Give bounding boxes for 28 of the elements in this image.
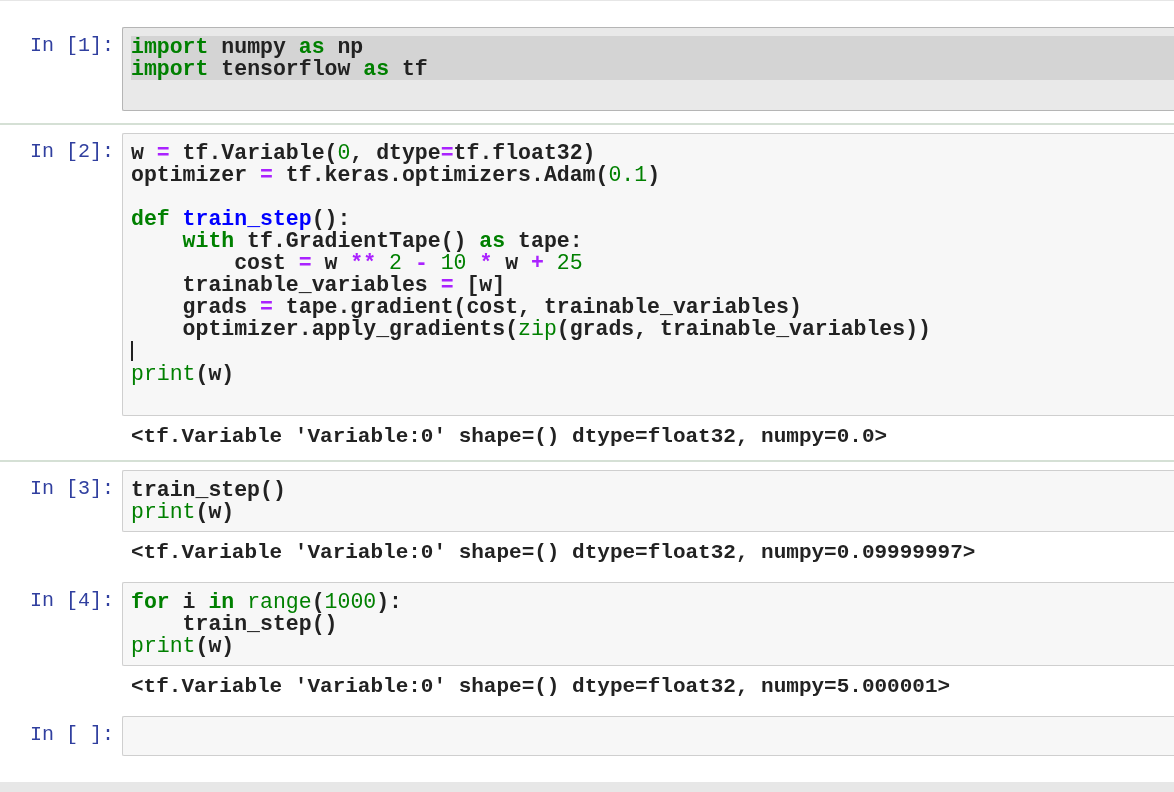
cell-prompt: In [1]: bbox=[29, 33, 115, 59]
cell-prompt: In [4]: bbox=[29, 588, 115, 614]
code-line: w = tf.Variable(0, dtype=tf.float32) bbox=[131, 142, 596, 164]
code-line: print(w) bbox=[131, 501, 235, 523]
code-cell-input[interactable] bbox=[122, 716, 1174, 756]
code-line: print(w) bbox=[131, 635, 235, 657]
code-line: cost = w ** 2 - 10 * w + 25 bbox=[233, 252, 583, 274]
code-line: def train_step(): bbox=[131, 208, 351, 230]
code-line: grads = tape.gradient(cost, trainable_variables) bbox=[181, 296, 802, 318]
cell-output: <tf.Variable 'Variable:0' shape=() dtype=float32, numpy=0.0> bbox=[130, 424, 889, 448]
code-line: print(w) bbox=[131, 363, 235, 385]
code-cell-input[interactable]: for i in range(1000): train_step() print(w) bbox=[122, 582, 1174, 666]
code-line: for i in range(1000): bbox=[131, 591, 402, 613]
code-line: trainable_variables = [w] bbox=[181, 274, 506, 296]
code-line: optimizer = tf.keras.optimizers.Adam(0.1) bbox=[131, 164, 661, 186]
cell-prompt: In [ ]: bbox=[29, 722, 115, 748]
cell-prompt: In [2]: bbox=[29, 139, 115, 165]
code-line: optimizer.apply_gradients(zip(grads, trainable_variables)) bbox=[181, 318, 931, 340]
code-cell-input[interactable]: train_step() print(w) bbox=[122, 470, 1174, 532]
cell-output: <tf.Variable 'Variable:0' shape=() dtype=float32, numpy=0.09999997> bbox=[130, 540, 977, 564]
cell-output: <tf.Variable 'Variable:0' shape=() dtype=float32, numpy=5.000001> bbox=[130, 674, 952, 698]
text-cursor bbox=[131, 341, 133, 361]
code-cell-input[interactable] bbox=[122, 133, 1174, 416]
code-line: train_step() bbox=[181, 613, 338, 635]
code-cell-input[interactable]: import numpy as np import tensorflow as tf bbox=[122, 27, 1174, 111]
cell-prompt: In [3]: bbox=[29, 476, 115, 502]
code-line: train_step() bbox=[131, 479, 286, 501]
code-line: with tf.GradientTape() as tape: bbox=[181, 230, 583, 252]
